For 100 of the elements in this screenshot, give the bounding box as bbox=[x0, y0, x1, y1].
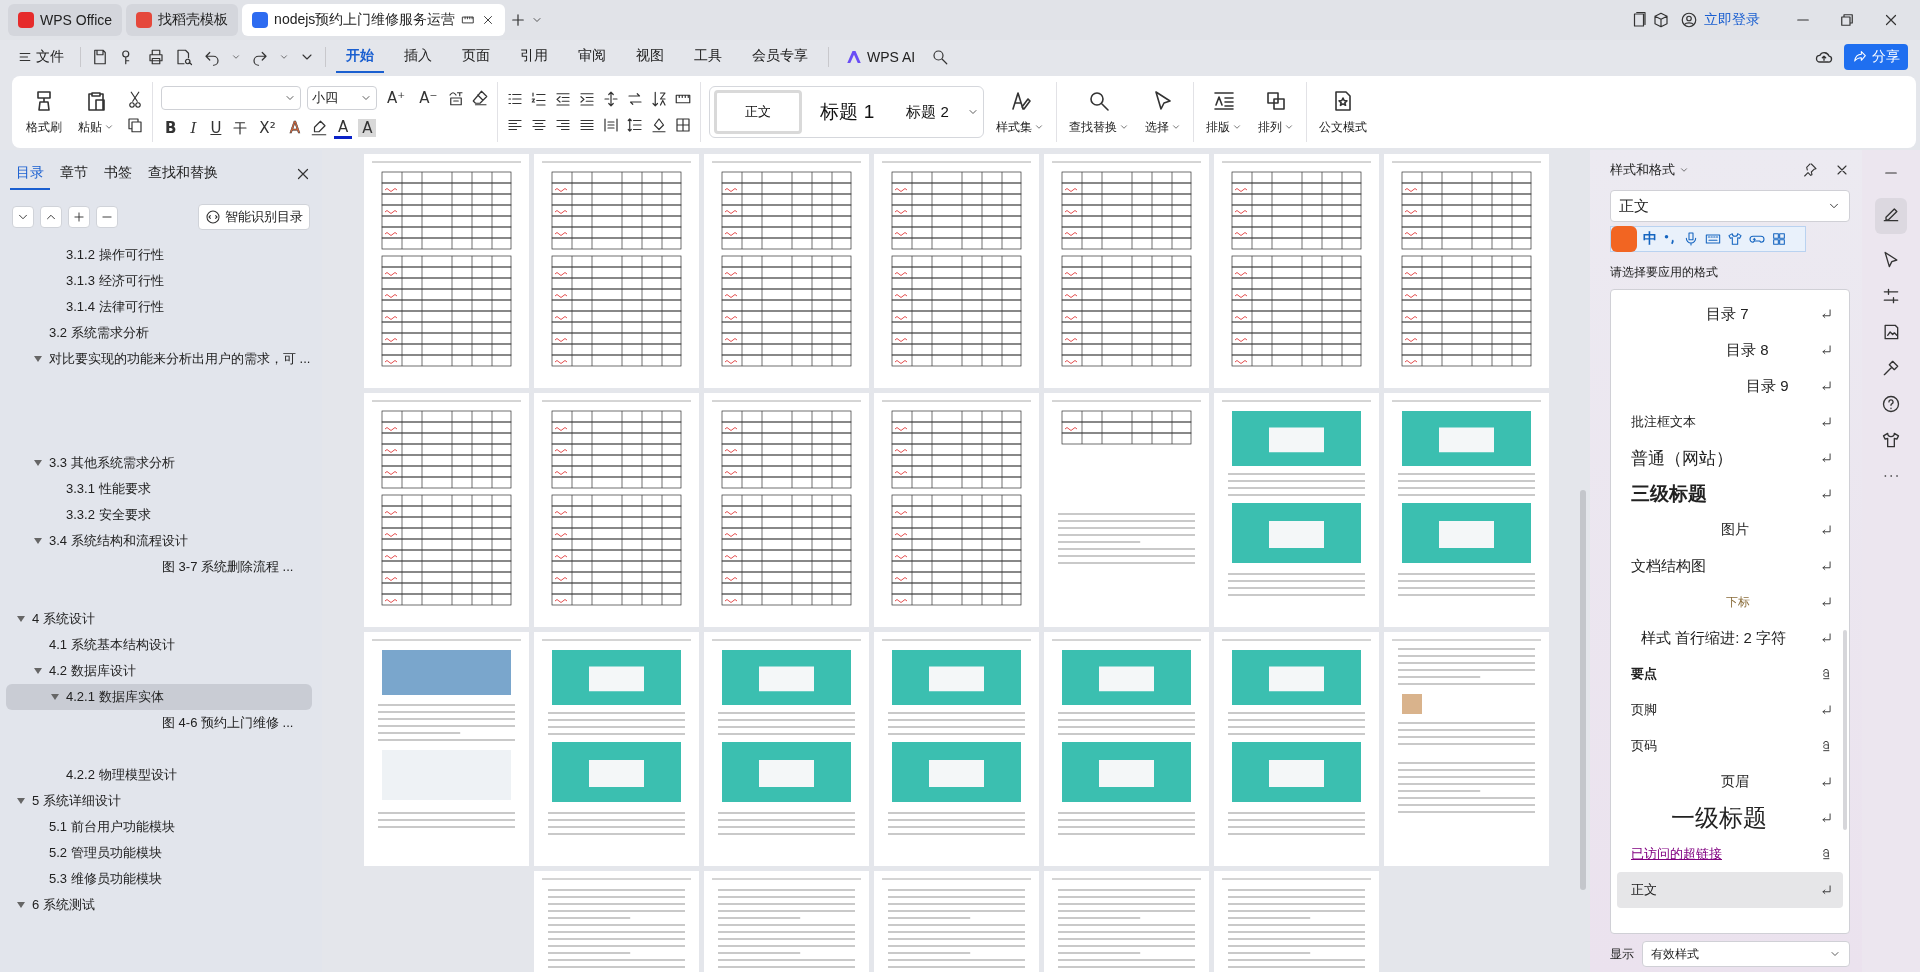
distribute-icon[interactable] bbox=[602, 116, 621, 134]
collapse-arrow-icon[interactable] bbox=[33, 536, 43, 546]
eraser-icon[interactable] bbox=[471, 88, 490, 107]
page-thumbnail[interactable] bbox=[1213, 154, 1379, 388]
style-preset[interactable]: 标题 2 bbox=[892, 96, 963, 128]
page-thumbnail[interactable] bbox=[1383, 632, 1549, 866]
highlighter-icon[interactable] bbox=[309, 119, 328, 137]
page-thumbnail[interactable] bbox=[363, 393, 529, 627]
document-tab[interactable]: WPS Office bbox=[8, 4, 123, 36]
collapse-arrow-icon[interactable] bbox=[16, 796, 26, 806]
arrange-button[interactable]: 排列 bbox=[1253, 86, 1298, 138]
page-thumbnail[interactable] bbox=[1043, 393, 1209, 627]
ribbon-tab[interactable]: 会员专享 bbox=[742, 41, 818, 73]
search-icon[interactable] bbox=[931, 48, 950, 66]
style-list-item[interactable]: 目录 7 bbox=[1617, 296, 1843, 332]
font-name-field[interactable] bbox=[161, 85, 301, 110]
font-size-field[interactable]: 小四 bbox=[307, 85, 377, 110]
outline-item[interactable]: 4 系统设计 bbox=[6, 606, 312, 632]
wps-ai-button[interactable]: WPS AI bbox=[839, 44, 922, 70]
cube-icon[interactable] bbox=[1652, 11, 1670, 29]
collapse-arrow-icon[interactable] bbox=[50, 692, 60, 702]
shading-icon[interactable] bbox=[650, 116, 669, 134]
font-format-button[interactable]: X² bbox=[255, 119, 280, 137]
outline-item[interactable]: 3.4 系统结构和流程设计 bbox=[6, 528, 312, 554]
font-format-button[interactable]: B bbox=[161, 119, 181, 137]
punctuation-icon[interactable] bbox=[1663, 232, 1677, 246]
remove-button[interactable] bbox=[96, 206, 118, 228]
help-icon[interactable] bbox=[1881, 394, 1901, 414]
shirt-icon[interactable] bbox=[1881, 430, 1901, 450]
style-list-item[interactable]: 已访问的超链接 bbox=[1617, 836, 1843, 872]
ribbon-tab[interactable]: 审阅 bbox=[568, 41, 616, 73]
file-menu[interactable]: 文件 bbox=[12, 44, 70, 70]
page-thumbnail[interactable] bbox=[873, 393, 1039, 627]
line-spacing-icon[interactable] bbox=[626, 116, 645, 134]
increase-indent-icon[interactable] bbox=[578, 90, 597, 108]
style-list-item[interactable]: 文档结构图 bbox=[1617, 548, 1843, 584]
page-thumbnail[interactable] bbox=[703, 632, 869, 866]
print-preview-icon[interactable] bbox=[175, 48, 193, 66]
document-tab[interactable]: 找稻壳模板 bbox=[126, 4, 239, 36]
font-format-button[interactable]: A bbox=[285, 119, 304, 137]
format-painter-button[interactable]: 格式刷 bbox=[22, 86, 66, 138]
find-replace-button[interactable]: 查找替换 bbox=[1064, 86, 1133, 138]
borders-icon[interactable] bbox=[674, 116, 693, 134]
outline-item[interactable]: 3.1.2 操作可行性 bbox=[6, 242, 312, 268]
scrollbar[interactable] bbox=[1843, 630, 1847, 830]
font-size-step-button[interactable]: A⁻ bbox=[415, 88, 442, 107]
save-icon[interactable] bbox=[91, 48, 109, 66]
decrease-indent-icon[interactable] bbox=[554, 90, 573, 108]
outline-item[interactable]: 4.1 系统基本结构设计 bbox=[6, 632, 312, 658]
official-mode-button[interactable]: 公文模式 bbox=[1314, 86, 1371, 138]
font-format-button[interactable]: U bbox=[206, 119, 226, 137]
style-list-item[interactable]: 目录 9 bbox=[1617, 368, 1843, 404]
style-preset[interactable]: 标题 1 bbox=[806, 93, 889, 131]
page-thumbnail[interactable] bbox=[1383, 393, 1549, 627]
outline-item[interactable]: 3.1.4 法律可行性 bbox=[6, 294, 312, 320]
style-list-item[interactable]: 正文 bbox=[1617, 872, 1843, 908]
smart-toc-button[interactable]: 智能识别目录 bbox=[198, 204, 310, 230]
numbered-list-icon[interactable] bbox=[530, 90, 549, 108]
page-thumbnail[interactable] bbox=[873, 154, 1039, 388]
collapse-arrow-icon[interactable] bbox=[33, 354, 43, 364]
page-thumbnail[interactable] bbox=[1213, 632, 1379, 866]
outline-item[interactable]: 6 系统测试 bbox=[6, 892, 312, 918]
outline-item[interactable]: 4.2.1 数据库实体 bbox=[6, 684, 312, 710]
collapse-arrow-icon[interactable] bbox=[33, 666, 43, 676]
share-button[interactable]: 分享 bbox=[1844, 44, 1908, 70]
ribbon-tab[interactable]: 视图 bbox=[626, 41, 674, 73]
style-list-item[interactable]: 三级标题 bbox=[1617, 476, 1843, 512]
page-thumbnail[interactable] bbox=[703, 154, 869, 388]
collapse-arrow-icon[interactable] bbox=[16, 900, 26, 910]
font-format-button[interactable]: A bbox=[358, 119, 377, 137]
page-thumbnail[interactable] bbox=[1383, 154, 1549, 388]
style-set-button[interactable]: 样式集 bbox=[991, 86, 1048, 138]
outline-item[interactable]: 5.3 维修员功能模块 bbox=[6, 866, 312, 892]
outline-item[interactable]: 5.1 前台用户功能模块 bbox=[6, 814, 312, 840]
panel-tab[interactable]: 查找和替换 bbox=[142, 158, 224, 190]
figure-caption-item[interactable]: 图 4-6 预约上门维修 ... bbox=[6, 710, 312, 736]
keyboard-icon[interactable] bbox=[1705, 231, 1721, 247]
page-thumbnail[interactable] bbox=[533, 632, 699, 866]
outline-item[interactable]: 对比要实现的功能来分析出用户的需求，可 ... bbox=[6, 346, 312, 372]
ribbon-tab[interactable]: 页面 bbox=[452, 41, 500, 73]
page-thumbnail[interactable] bbox=[363, 632, 529, 866]
filter-dropdown[interactable]: 有效样式 bbox=[1642, 941, 1850, 967]
cut-icon[interactable] bbox=[126, 90, 144, 108]
scrollbar[interactable] bbox=[1580, 490, 1586, 890]
panel-tab[interactable]: 目录 bbox=[10, 158, 50, 190]
document-tab[interactable]: nodejs预约上门维修服务运营 bbox=[242, 4, 506, 36]
outline-item[interactable]: 3.3.1 性能要求 bbox=[6, 476, 312, 502]
figure-caption-item[interactable]: 图 3-7 系统删除流程 ... bbox=[6, 554, 312, 580]
style-list-item[interactable]: 一级标题 bbox=[1617, 800, 1843, 836]
print-icon[interactable] bbox=[147, 48, 165, 66]
font-size-step-button[interactable]: A⁺ bbox=[383, 88, 410, 107]
style-list-item[interactable]: 页脚 bbox=[1617, 692, 1843, 728]
page-thumbnail[interactable] bbox=[1043, 632, 1209, 866]
typeset-button[interactable]: 排版 bbox=[1201, 86, 1246, 138]
page-thumbnail[interactable] bbox=[873, 632, 1039, 866]
outline-item[interactable]: 4.2 数据库设计 bbox=[6, 658, 312, 684]
add-button[interactable] bbox=[68, 206, 90, 228]
page-thumbnail[interactable] bbox=[533, 154, 699, 388]
style-list-item[interactable]: 要点 bbox=[1617, 656, 1843, 692]
style-list-item[interactable]: 页眉 bbox=[1617, 764, 1843, 800]
